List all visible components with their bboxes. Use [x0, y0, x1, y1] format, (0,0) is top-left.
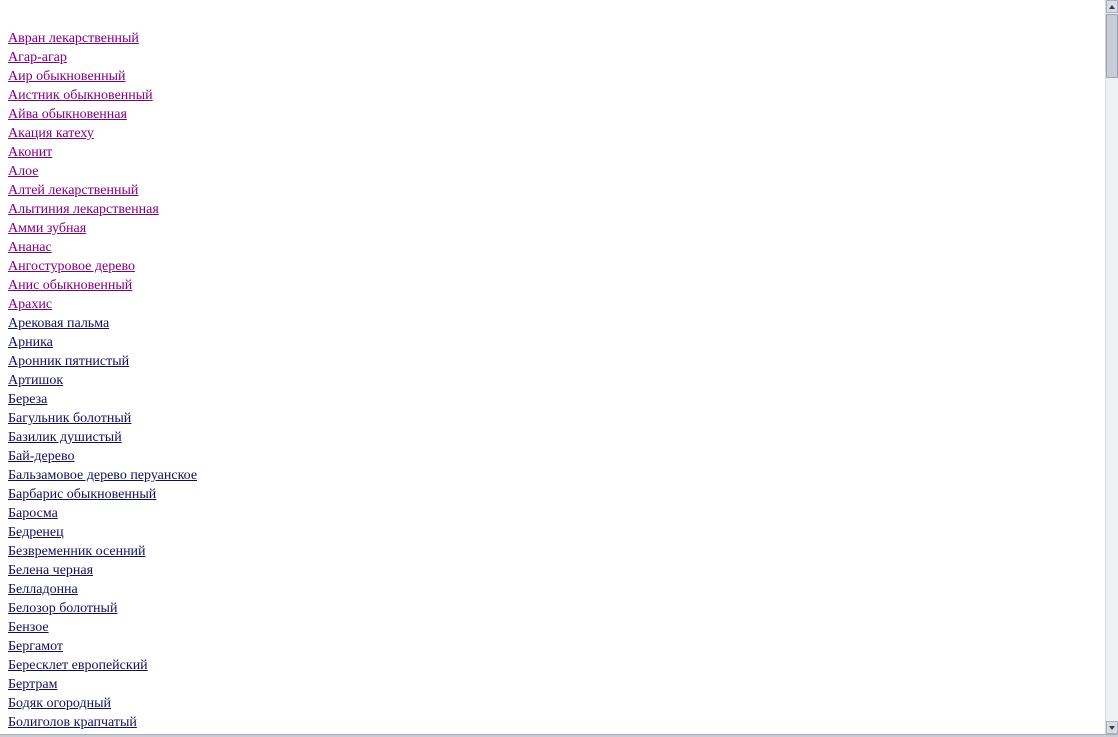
list-item: Акация катеху [8, 124, 197, 143]
list-item: Береза [8, 390, 197, 409]
list-item: Бензое [8, 618, 197, 637]
list-item: Аронник пятнистый [8, 352, 197, 371]
list-item: Агар-агар [8, 48, 197, 67]
plant-link[interactable]: Амми зубная [8, 221, 86, 236]
plant-link[interactable]: Ананас [8, 240, 52, 255]
plant-link[interactable]: Акация катеху [8, 126, 94, 141]
list-item: Бальзамовое дерево перуанское [8, 466, 197, 485]
plant-link[interactable]: Бензое [8, 620, 49, 635]
plant-link[interactable]: Аир обыкновенный [8, 69, 126, 84]
list-item: Алое [8, 162, 197, 181]
plant-link[interactable]: Аистник обыкновенный [8, 88, 153, 103]
plant-link[interactable]: Береза [8, 392, 47, 407]
list-item: Аконит [8, 143, 197, 162]
scroll-down-button[interactable] [1106, 721, 1118, 734]
plant-link[interactable]: Бальзамовое дерево перуанское [8, 468, 197, 483]
list-item: Барбарис обыкновенный [8, 485, 197, 504]
plant-link[interactable]: Барбарис обыкновенный [8, 487, 156, 502]
list-item: Бергамот [8, 637, 197, 656]
list-item: Алтей лекарственный [8, 181, 197, 200]
list-item: Аир обыкновенный [8, 67, 197, 86]
plant-link[interactable]: Алтей лекарственный [8, 183, 138, 198]
plant-link[interactable]: Артишок [8, 373, 63, 388]
scroll-up-button[interactable] [1106, 0, 1118, 13]
plant-link[interactable]: Арековая пальма [8, 316, 109, 331]
plant-link[interactable]: Бедренец [8, 525, 64, 540]
list-item: Белозор болотный [8, 599, 197, 618]
scrollbar-thumb[interactable] [1106, 14, 1118, 78]
plant-link[interactable]: Бергамот [8, 639, 63, 654]
page-content: Авран лекарственный Агар-агар Аир обыкнове… [0, 0, 1105, 734]
list-item: Авран лекарственный [8, 29, 197, 48]
plant-link[interactable]: Агар-агар [8, 50, 67, 65]
list-item: Айва обыкновенная [8, 105, 197, 124]
list-item: Безвременник осенний [8, 542, 197, 561]
plant-link[interactable]: Арника [8, 335, 53, 350]
list-item: Баросма [8, 504, 197, 523]
plant-link[interactable]: Белозор болотный [8, 601, 117, 616]
plant-link[interactable]: Арахис [8, 297, 52, 312]
list-item: Ангостуровое дерево [8, 257, 197, 276]
vertical-scrollbar[interactable] [1105, 0, 1118, 734]
plant-link[interactable]: Баросма [8, 506, 58, 521]
plant-link[interactable]: Белладонна [8, 582, 78, 597]
list-item: Анис обыкновенный [8, 276, 197, 295]
list-item: Бодяк огородный [8, 694, 197, 713]
plant-link[interactable]: Безвременник осенний [8, 544, 146, 559]
plant-link[interactable]: Аконит [8, 145, 52, 160]
list-item: Бересклет европейский [8, 656, 197, 675]
list-item: Арековая пальма [8, 314, 197, 333]
plant-link[interactable]: Бай-дерево [8, 449, 74, 464]
plant-link[interactable]: Базилик душистый [8, 430, 122, 445]
list-item: Багульник болотный [8, 409, 197, 428]
list-item: Бедренец [8, 523, 197, 542]
plant-link[interactable]: Бодяк огородный [8, 696, 111, 711]
arrow-up-icon [1109, 4, 1115, 9]
plant-link[interactable]: Багульник болотный [8, 411, 131, 426]
list-item: Алытиния лекарственная [8, 200, 197, 219]
plant-link[interactable]: Болиголов крапчатый [8, 715, 137, 730]
arrow-down-icon [1109, 725, 1115, 730]
plant-link[interactable]: Аронник пятнистый [8, 354, 129, 369]
plant-link-list: Авран лекарственный Агар-агар Аир обыкнове… [8, 29, 197, 732]
plant-link[interactable]: Бертрам [8, 677, 57, 692]
plant-link[interactable]: Авран лекарственный [8, 31, 139, 46]
plant-link[interactable]: Айва обыкновенная [8, 107, 127, 122]
list-item: Ананас [8, 238, 197, 257]
plant-link[interactable]: Алытиния лекарственная [8, 202, 159, 217]
plant-link[interactable]: Ангостуровое дерево [8, 259, 135, 274]
list-item: Базилик душистый [8, 428, 197, 447]
list-item: Арахис [8, 295, 197, 314]
plant-link[interactable]: Анис обыкновенный [8, 278, 132, 293]
list-item: Белладонна [8, 580, 197, 599]
list-item: Амми зубная [8, 219, 197, 238]
list-item: Арника [8, 333, 197, 352]
list-item: Белена черная [8, 561, 197, 580]
list-item: Аистник обыкновенный [8, 86, 197, 105]
plant-link[interactable]: Алое [8, 164, 38, 179]
plant-link[interactable]: Белена черная [8, 563, 93, 578]
list-item: Бертрам [8, 675, 197, 694]
list-item: Артишок [8, 371, 197, 390]
list-item: Болиголов крапчатый [8, 713, 197, 732]
plant-link[interactable]: Бересклет европейский [8, 658, 148, 673]
list-item: Бай-дерево [8, 447, 197, 466]
